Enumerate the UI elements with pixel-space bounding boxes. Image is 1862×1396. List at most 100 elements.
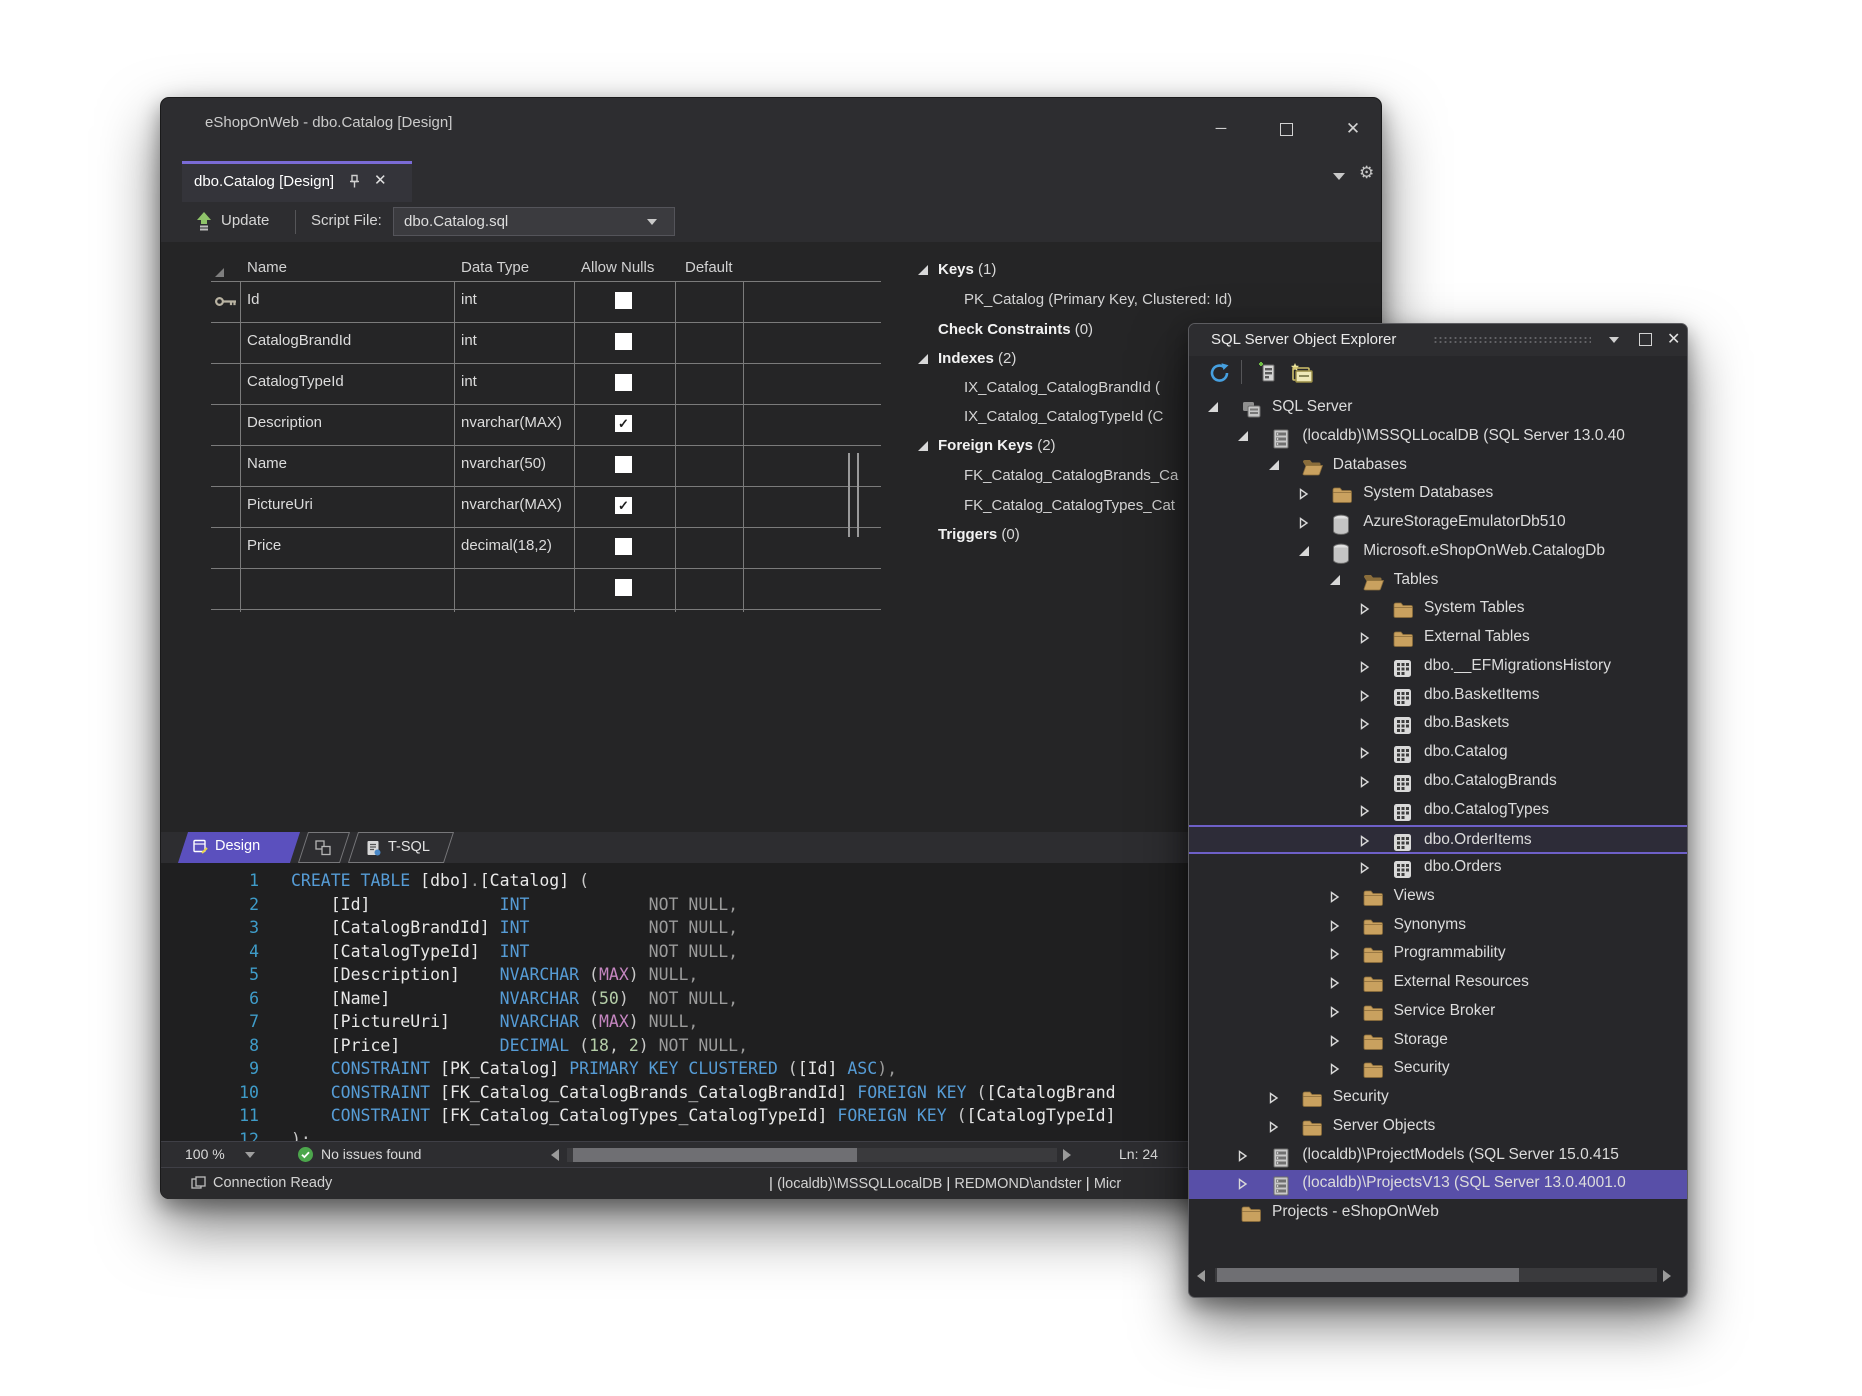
cell-datatype[interactable]: int xyxy=(461,291,477,308)
collapsed-arrow-icon[interactable] xyxy=(1238,1150,1248,1162)
tree-item-microsoft-eshoponweb-catalogdb[interactable]: Microsoft.eShopOnWeb.CatalogDb xyxy=(1189,538,1687,567)
cell-datatype[interactable]: int xyxy=(461,332,477,349)
table-row[interactable] xyxy=(211,568,881,609)
ssox-hscrollbar-track[interactable] xyxy=(1215,1268,1657,1282)
select-all-corner-icon[interactable] xyxy=(215,268,224,277)
refresh-icon[interactable] xyxy=(1207,360,1233,386)
tree-item-external-resources[interactable]: External Resources xyxy=(1189,969,1687,998)
table-row[interactable]: Name nvarchar(50) xyxy=(211,445,881,486)
ssox-scroll-right-icon[interactable] xyxy=(1663,1270,1671,1282)
cell-name[interactable]: Price xyxy=(247,537,281,554)
collapsed-arrow-icon[interactable] xyxy=(1330,920,1340,932)
tree-item-localdb-projectsv13-sql-server-13-0-4001[interactable]: (localdb)\ProjectsV13 (SQL Server 13.0.4… xyxy=(1189,1170,1687,1199)
context-section-keys[interactable]: Keys (1) xyxy=(896,259,1371,285)
tab-tsql[interactable]: T-SQL xyxy=(348,832,454,863)
table-row[interactable]: CatalogTypeIdint xyxy=(211,363,881,404)
tree-item-dbo-catalog[interactable]: dbo.Catalog xyxy=(1189,739,1687,768)
zoom-chevron-icon[interactable] xyxy=(245,1152,255,1158)
cell-name[interactable]: Id xyxy=(247,291,260,308)
tree-item-dbo-catalogbrands[interactable]: dbo.CatalogBrands xyxy=(1189,768,1687,797)
cell-datatype[interactable]: int xyxy=(461,373,477,390)
collapsed-arrow-icon[interactable] xyxy=(1360,632,1370,644)
tree-item-tables[interactable]: Tables xyxy=(1189,567,1687,596)
tree-item-views[interactable]: Views xyxy=(1189,883,1687,912)
allow-nulls-checkbox[interactable] xyxy=(615,579,632,596)
expanded-arrow-icon[interactable] xyxy=(1238,431,1249,442)
editor-hscrollbar-thumb[interactable] xyxy=(573,1148,857,1162)
pin-icon[interactable] xyxy=(348,174,361,189)
collapsed-arrow-icon[interactable] xyxy=(1360,718,1370,730)
cell-name[interactable]: PictureUri xyxy=(247,496,313,513)
tree-item-dbo-orders[interactable]: dbo.Orders xyxy=(1189,854,1687,883)
ssox-drag-handle[interactable] xyxy=(1433,336,1591,344)
expanded-arrow-icon[interactable] xyxy=(1269,460,1280,471)
collapsed-arrow-icon[interactable] xyxy=(1269,1092,1279,1104)
tab-dbo-catalog-design[interactable]: dbo.Catalog [Design] ✕ xyxy=(182,161,412,202)
tree-item-system-tables[interactable]: System Tables xyxy=(1189,595,1687,624)
tree-item-external-tables[interactable]: External Tables xyxy=(1189,624,1687,653)
collapsed-arrow-icon[interactable] xyxy=(1360,690,1370,702)
table-row[interactable]: Description nvarchar(MAX) ✓ xyxy=(211,404,881,445)
allow-nulls-checkbox[interactable] xyxy=(615,292,632,309)
tree-item-synonyms[interactable]: Synonyms xyxy=(1189,912,1687,941)
tree-item-server-objects[interactable]: Server Objects xyxy=(1189,1113,1687,1142)
collapsed-arrow-icon[interactable] xyxy=(1330,1006,1340,1018)
add-server-icon[interactable] xyxy=(1251,359,1279,385)
collapsed-arrow-icon[interactable] xyxy=(1299,488,1309,500)
tree-item-dbo-basketitems[interactable]: dbo.BasketItems xyxy=(1189,682,1687,711)
collapsed-arrow-icon[interactable] xyxy=(1360,661,1370,673)
expanded-arrow-icon[interactable] xyxy=(918,265,929,276)
update-button[interactable]: Update xyxy=(221,212,269,229)
table-row[interactable]: Id int xyxy=(211,281,881,322)
tree-item-programmability[interactable]: Programmability xyxy=(1189,940,1687,969)
allow-nulls-checkbox[interactable]: ✓ xyxy=(615,415,632,432)
collapsed-arrow-icon[interactable] xyxy=(1269,1121,1279,1133)
collapsed-arrow-icon[interactable] xyxy=(1238,1178,1248,1190)
cell-datatype[interactable]: nvarchar(50) xyxy=(461,455,546,472)
tree-item-databases[interactable]: Databases xyxy=(1189,452,1687,481)
close-button[interactable]: ✕ xyxy=(1338,118,1368,140)
expanded-arrow-icon[interactable] xyxy=(1330,575,1341,586)
tree-item-dbo-efmigrationshistory[interactable]: dbo.__EFMigrationsHistory xyxy=(1189,653,1687,682)
chevron-down-icon[interactable] xyxy=(1333,173,1345,180)
tree-item-dbo-baskets[interactable]: dbo.Baskets xyxy=(1189,710,1687,739)
collapsed-arrow-icon[interactable] xyxy=(1330,1035,1340,1047)
tree-item-dbo-catalogtypes[interactable]: dbo.CatalogTypes xyxy=(1189,797,1687,826)
collapsed-arrow-icon[interactable] xyxy=(1360,862,1370,874)
cell-name[interactable]: Name xyxy=(247,455,287,472)
allow-nulls-checkbox[interactable]: ✓ xyxy=(615,497,632,514)
tab-swap-panes[interactable] xyxy=(298,832,350,863)
collapsed-arrow-icon[interactable] xyxy=(1330,948,1340,960)
expanded-arrow-icon[interactable] xyxy=(918,354,929,365)
expanded-arrow-icon[interactable] xyxy=(1299,546,1310,557)
collapsed-arrow-icon[interactable] xyxy=(1330,977,1340,989)
expanded-arrow-icon[interactable] xyxy=(1208,402,1219,413)
ssox-window-menu-icon[interactable] xyxy=(1609,337,1619,343)
cell-datatype[interactable]: nvarchar(MAX) xyxy=(461,496,562,513)
tree-item-localdb-mssqllocaldb-sql-server-13-0-40[interactable]: (localdb)\MSSQLLocalDB (SQL Server 13.0.… xyxy=(1189,423,1687,452)
collapsed-arrow-icon[interactable] xyxy=(1360,805,1370,817)
vertical-splitter[interactable] xyxy=(848,453,859,537)
maximize-button[interactable] xyxy=(1271,118,1301,140)
allow-nulls-checkbox[interactable] xyxy=(615,538,632,555)
cell-datatype[interactable]: nvarchar(MAX) xyxy=(461,414,562,431)
tree-item-storage[interactable]: Storage xyxy=(1189,1027,1687,1056)
tree-item-system-databases[interactable]: System Databases xyxy=(1189,480,1687,509)
hscroll-right-arrow-icon[interactable] xyxy=(1063,1149,1071,1161)
cell-name[interactable]: Description xyxy=(247,414,322,431)
tab-close-icon[interactable]: ✕ xyxy=(374,171,387,189)
expanded-arrow-icon[interactable] xyxy=(918,441,929,452)
ssox-close-icon[interactable]: ✕ xyxy=(1667,329,1680,349)
gear-icon[interactable]: ⚙ xyxy=(1359,163,1374,183)
cell-datatype[interactable]: decimal(18,2) xyxy=(461,537,552,554)
tree-item-sql-server[interactable]: SQL Server xyxy=(1189,394,1687,423)
ssox-hscrollbar[interactable] xyxy=(1189,1266,1687,1286)
pending-changes-icon[interactable] xyxy=(1285,359,1315,385)
allow-nulls-checkbox[interactable] xyxy=(615,456,632,473)
table-row[interactable]: Price decimal(18,2) xyxy=(211,527,881,568)
allow-nulls-checkbox[interactable] xyxy=(615,374,632,391)
allow-nulls-checkbox[interactable] xyxy=(615,333,632,350)
tab-design[interactable]: Design xyxy=(178,832,300,863)
tree-item-security[interactable]: Security xyxy=(1189,1084,1687,1113)
collapsed-arrow-icon[interactable] xyxy=(1360,776,1370,788)
